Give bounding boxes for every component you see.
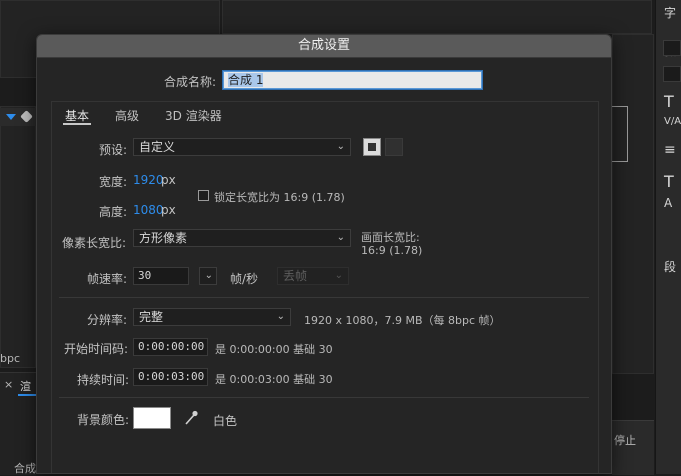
- chevron-down-icon: ⌄: [276, 311, 285, 322]
- resolution-value: 完整: [139, 310, 164, 324]
- font-size-icon: T: [664, 92, 674, 111]
- pixel-aspect-value: 方形像素: [139, 231, 188, 245]
- bg-render-tab-underline: [18, 394, 36, 396]
- duration-info: 是 0:00:03:00 基础 30: [215, 373, 333, 386]
- width-unit: px: [161, 173, 176, 187]
- chevron-down-icon: ⌄: [336, 232, 345, 243]
- start-timecode-value: 0:00:00:00: [138, 340, 205, 353]
- font-style-box[interactable]: [663, 66, 681, 82]
- baseline-icon: A: [664, 196, 673, 210]
- bg-top-center-panel: [222, 0, 652, 34]
- preset-select[interactable]: 自定义 ⌄: [133, 138, 351, 156]
- bg-right-panel: [612, 34, 654, 374]
- paragraph-panel-title: 段: [664, 260, 677, 274]
- align-icon: ≡: [664, 142, 676, 158]
- comp-name-label: 合成名称:: [164, 75, 217, 89]
- frame-aspect-label: 画面长宽比:: [361, 231, 420, 244]
- bg-close-icon[interactable]: ×: [4, 378, 13, 391]
- dialog-title: 合成设置: [37, 35, 611, 58]
- drop-frame-value: 丢帧: [283, 269, 308, 283]
- frame-rate-dropdown[interactable]: ⌄: [199, 267, 217, 285]
- height-unit: px: [161, 203, 176, 217]
- chevron-down-icon: ⌄: [336, 141, 345, 152]
- frame-aspect-value: 16:9 (1.78): [361, 244, 423, 257]
- tab-3d-renderer[interactable]: 3D 渲染器: [165, 107, 222, 124]
- delete-preset-icon[interactable]: [385, 138, 403, 156]
- section-divider: [59, 397, 589, 398]
- tab-basic[interactable]: 基本: [65, 107, 89, 124]
- duration-input[interactable]: 0:00:03:00: [133, 368, 208, 386]
- resolution-select[interactable]: 完整 ⌄: [133, 308, 291, 326]
- bg-color-swatch[interactable]: [133, 407, 171, 429]
- frame-rate-input[interactable]: 30: [133, 267, 189, 285]
- width-label: 宽度:: [99, 175, 128, 189]
- start-timecode-input[interactable]: 0:00:00:00: [133, 338, 208, 356]
- pixel-aspect-label: 像素长宽比:: [62, 236, 127, 250]
- frame-rate-label: 帧速率:: [87, 272, 128, 286]
- bg-right-frame: [612, 106, 628, 162]
- font-family-box[interactable]: [663, 40, 681, 56]
- preset-label: 预设:: [99, 143, 128, 157]
- height-label: 高度:: [99, 205, 128, 219]
- dropdown-arrow-icon[interactable]: [6, 114, 16, 120]
- vertical-scale-icon: T: [664, 172, 674, 191]
- save-preset-icon[interactable]: [363, 138, 381, 156]
- duration-value: 0:00:03:00: [138, 370, 205, 383]
- bg-left-panel: [0, 106, 36, 368]
- resolution-label: 分辨率:: [87, 313, 128, 327]
- bg-bpc-label: bpc: [0, 352, 21, 365]
- composition-settings-dialog: 合成设置 合成名称: 合成 1 基本 高级 3D 渲染器 预设: 自定义 ⌄ 宽…: [36, 34, 612, 474]
- bg-color-name: 白色: [213, 414, 238, 428]
- bg-render-tab[interactable]: 渲: [20, 378, 31, 394]
- tab-advanced[interactable]: 高级: [115, 107, 139, 124]
- eyedropper-icon[interactable]: [183, 409, 199, 427]
- lock-aspect-checkbox[interactable]: [198, 190, 209, 201]
- comp-name-value: 合成 1: [228, 73, 264, 87]
- section-divider: [59, 297, 589, 298]
- duration-label: 持续时间:: [77, 373, 130, 387]
- resolution-info: 1920 x 1080，7.9 MB（每 8bpc 帧）: [304, 314, 501, 327]
- start-timecode-label: 开始时间码:: [64, 342, 129, 356]
- chevron-down-icon: ⌄: [204, 270, 213, 281]
- chevron-down-icon: ⌄: [334, 270, 343, 281]
- preset-save-glyph: [368, 143, 376, 151]
- preset-value: 自定义: [139, 140, 176, 154]
- character-panel-title: 字: [664, 6, 677, 20]
- kerning-icon: V/A: [664, 116, 681, 127]
- drop-frame-select[interactable]: 丢帧 ⌄: [277, 267, 349, 285]
- pixel-aspect-select[interactable]: 方形像素 ⌄: [133, 229, 351, 247]
- bg-color-label: 背景颜色:: [77, 413, 130, 427]
- frame-rate-unit: 帧/秒: [230, 272, 259, 286]
- width-value[interactable]: 1920: [133, 173, 164, 187]
- active-tab-indicator: [63, 123, 91, 125]
- start-timecode-info: 是 0:00:00:00 基础 30: [215, 343, 333, 356]
- height-value[interactable]: 1080: [133, 203, 164, 217]
- frame-rate-value: 30: [138, 269, 152, 282]
- lock-aspect-label: 锁定长宽比为 16:9 (1.78): [214, 191, 345, 204]
- comp-name-input[interactable]: 合成 1: [223, 71, 482, 89]
- stop-button[interactable]: 停止: [614, 432, 636, 448]
